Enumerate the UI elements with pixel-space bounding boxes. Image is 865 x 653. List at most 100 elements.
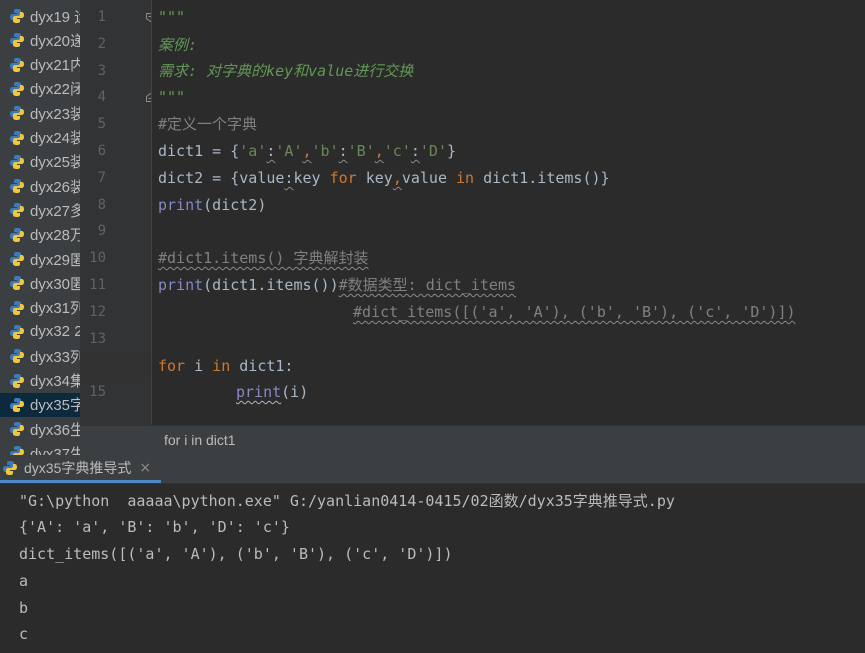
breadcrumb-item[interactable]: for i in dict1: [164, 432, 236, 448]
line-number: 10: [89, 250, 106, 267]
python-file-icon: [10, 349, 24, 364]
sidebar-file-label: dyx22闭: [30, 81, 80, 99]
code-line-8: print(dict2): [158, 196, 267, 214]
code-line-6: dict1 = {'a':'A','b':'B','c':'D'}: [158, 142, 457, 160]
python-file-icon: [10, 276, 24, 291]
run-tab-label: dyx35字典推导式: [24, 459, 132, 476]
python-file-icon: [10, 252, 24, 266]
sidebar-file-item[interactable]: dyx29匿: [0, 247, 80, 271]
breadcrumb[interactable]: for i in dict1: [80, 425, 865, 456]
python-file-icon: [10, 81, 24, 96]
code-line-15: print(i): [236, 383, 309, 401]
python-file-icon: [3, 460, 17, 475]
run-tab-bar: dyx35字典推导式 ×: [0, 455, 865, 484]
line-number: 12: [89, 303, 106, 320]
line-number: 6: [97, 143, 106, 159]
line-number: 8: [97, 196, 106, 213]
python-file-icon: [10, 203, 24, 218]
python-file-icon: [10, 422, 24, 437]
console-line: c: [19, 625, 29, 643]
console-line: "G:\python aaaaa\python.exe" G:/yanlian0…: [19, 492, 675, 510]
sidebar-file-label: dyx26装: [30, 178, 80, 196]
sidebar-file-item[interactable]: dyx23装: [0, 101, 80, 125]
line-number: 2: [97, 35, 106, 52]
console-line: {'A': 'a', 'B': 'b', 'D': 'c'}: [19, 518, 290, 536]
line-number: 11: [89, 277, 106, 293]
python-file-icon: [10, 446, 24, 455]
sidebar-file-item[interactable]: dyx31列: [0, 296, 80, 320]
sidebar-file-label: dyx37生: [30, 445, 80, 455]
sidebar-file-item[interactable]: dyx35字: [0, 392, 80, 417]
sidebar-file-item[interactable]: dyx22闭: [0, 77, 80, 101]
python-file-icon: [10, 130, 24, 145]
python-file-icon: [10, 179, 24, 194]
python-file-icon: [10, 324, 24, 339]
line-number: 15: [89, 384, 106, 401]
python-file-icon: [10, 57, 24, 72]
python-file-icon: [10, 227, 24, 242]
close-icon[interactable]: ×: [139, 460, 151, 476]
project-sidebar: dyx19 运 dyx20递 dyx21内 dyx22闭 dyx23装 dyx24装 dyx…: [0, 0, 80, 455]
sidebar-file-item[interactable]: dyx21内: [0, 53, 80, 77]
sidebar-file-item[interactable]: dyx26装: [0, 174, 80, 198]
sidebar-file-item[interactable]: dyx30匿: [0, 271, 80, 295]
sidebar-file-label: dyx25装: [30, 154, 80, 172]
code-editor[interactable]: """ 案例: 需求: 对字典的key和value进行交换 """ #定义一个字…: [152, 0, 865, 425]
sidebar-file-label: dyx35字: [30, 397, 80, 415]
code-line-11: print(dict1.items())#数据类型: dict_items: [158, 276, 517, 294]
sidebar-file-item[interactable]: dyx34集: [0, 369, 80, 393]
python-file-icon: [10, 397, 24, 412]
sidebar-file-item[interactable]: dyx24装: [0, 126, 80, 150]
sidebar-file-label: dyx32 2: [30, 323, 80, 341]
python-file-icon: [10, 33, 24, 48]
sidebar-file-item[interactable]: dyx33列: [0, 344, 80, 368]
sidebar-file-label: dyx23装: [30, 105, 80, 123]
sidebar-file-item[interactable]: dyx19 运: [0, 4, 80, 28]
sidebar-file-label: dyx33列: [30, 348, 80, 366]
code-line-4: """: [158, 88, 186, 106]
python-file-icon: [10, 373, 24, 388]
code-line-12: #dict_items([('a', 'A'), ('b', 'B'), ('c…: [353, 303, 796, 321]
line-number: 4: [97, 89, 106, 106]
sidebar-file-item[interactable]: dyx27多: [0, 198, 80, 222]
code-line-5: #定义一个字典: [158, 115, 258, 133]
run-console[interactable]: "G:\python aaaaa\python.exe" G:/yanlian0…: [0, 484, 865, 653]
sidebar-file-label: dyx21内: [30, 57, 80, 75]
sidebar-file-label: dyx19 运: [30, 8, 80, 26]
python-file-icon: [10, 106, 24, 121]
console-line: dict_items([('a', 'A'), ('b', 'B'), ('c'…: [19, 545, 453, 563]
run-tab[interactable]: dyx35字典推导式 ×: [0, 455, 162, 483]
sidebar-file-label: dyx36生: [30, 421, 80, 439]
sidebar-file-label: dyx31列: [30, 300, 80, 318]
line-number: 7: [97, 169, 106, 186]
console-line: b: [19, 599, 29, 617]
python-file-icon: [10, 300, 24, 315]
sidebar-file-label: dyx29匿: [30, 251, 80, 269]
code-line-7: dict2 = {value:key for key,value in dict…: [158, 169, 610, 187]
sidebar-file-item[interactable]: dyx28万: [0, 223, 80, 247]
console-line: a: [19, 572, 29, 590]
sidebar-file-label: dyx20递: [30, 32, 80, 50]
line-number: 3: [97, 62, 106, 79]
sidebar-file-label: dyx30匿: [30, 275, 80, 293]
code-line-10: #dict1.items() 字典解封装: [158, 249, 369, 267]
sidebar-file-item[interactable]: dyx25装: [0, 150, 80, 174]
sidebar-file-label: dyx24装: [30, 130, 80, 147]
code-line-2: 案例:: [158, 36, 198, 54]
python-file-icon: [10, 9, 24, 23]
line-number: 9: [97, 223, 106, 240]
line-number: 5: [97, 116, 106, 133]
code-line-14: for i in dict1:: [158, 357, 294, 375]
sidebar-file-item[interactable]: dyx37生: [0, 441, 80, 455]
line-number: 1: [97, 9, 106, 25]
sidebar-file-item[interactable]: dyx32 2: [0, 320, 80, 344]
sidebar-file-label: dyx34集: [30, 373, 80, 390]
code-line-1: """: [158, 8, 186, 26]
sidebar-file-label: dyx28万: [30, 227, 80, 245]
line-number: 13: [89, 330, 106, 347]
sidebar-file-label: dyx27多: [30, 202, 80, 220]
sidebar-file-item[interactable]: dyx20递: [0, 28, 80, 52]
code-line-3: 需求: 对字典的key和value进行交换: [158, 62, 414, 80]
sidebar-file-item[interactable]: dyx36生: [0, 417, 80, 441]
python-file-icon: [10, 154, 24, 169]
